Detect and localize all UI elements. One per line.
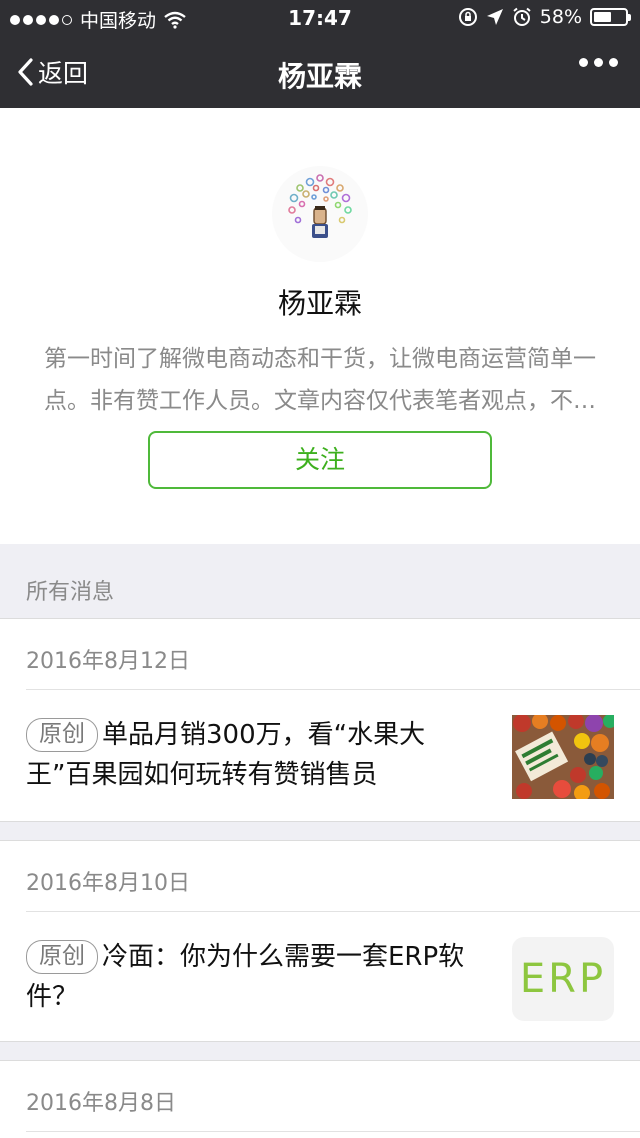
original-tag: 原创	[26, 940, 98, 974]
article-thumbnail[interactable]: ERP	[512, 937, 614, 1021]
avatar-illustration	[288, 174, 352, 238]
more-dot-icon	[579, 58, 588, 67]
all-messages-header: 所有消息	[0, 544, 640, 618]
original-tag: 原创	[26, 718, 98, 752]
article-title-link[interactable]: 原创 冷面：你为什么需要一套ERP软件？	[26, 937, 486, 1017]
message-group: 2016年8月12日 原创 单品月销300万，看“水果大王”百果园如何玩转有赞销售…	[0, 618, 640, 822]
message-group: 2016年8月8日	[0, 1060, 640, 1138]
avatar[interactable]	[272, 166, 368, 262]
rotation-lock-icon	[458, 8, 477, 26]
wechat-official-account-profile: 中国移动 17:47 58% 返回 杨亚霖 杨亚霖 第一时间了解微电商动态和干货…	[0, 0, 640, 1138]
location-icon	[486, 9, 503, 25]
follow-button[interactable]: 关注	[148, 431, 492, 489]
page-title: 杨亚霖	[277, 60, 362, 93]
message-date: 2016年8月8日	[26, 1091, 176, 1116]
message-date: 2016年8月10日	[26, 871, 190, 896]
battery-percent: 58%	[539, 6, 582, 28]
fruit-photo-image	[512, 715, 614, 799]
navigation-bar: 返回 杨亚霖	[0, 36, 640, 108]
erp-thumbnail-text: ERP	[519, 956, 607, 1002]
account-profile-card: 杨亚霖 第一时间了解微电商动态和干货，让微电商运营简单一点。非有赞工作人员。文章…	[0, 108, 640, 544]
alarm-icon	[513, 7, 531, 26]
message-date: 2016年8月12日	[26, 649, 190, 674]
divider	[26, 1131, 640, 1132]
message-group: 2016年8月10日 原创 冷面：你为什么需要一套ERP软件？ ERP	[0, 840, 640, 1042]
status-right: 58%	[458, 6, 631, 28]
divider	[26, 911, 640, 912]
more-dot-icon	[609, 58, 618, 67]
account-name: 杨亚霖	[277, 287, 362, 320]
account-description: 第一时间了解微电商动态和干货，让微电商运营简单一点。非有赞工作人员。文章内容仅代…	[44, 346, 596, 414]
battery-icon	[590, 8, 631, 26]
section-title: 所有消息	[26, 580, 115, 605]
divider	[26, 689, 640, 690]
battery-fill	[594, 12, 612, 22]
status-bar: 中国移动 17:47 58%	[0, 0, 640, 36]
article-title-link[interactable]: 原创 单品月销300万，看“水果大王”百果园如何玩转有赞销售员	[26, 715, 486, 795]
article-thumbnail[interactable]	[512, 715, 614, 799]
more-options-button[interactable]	[579, 58, 618, 67]
more-dot-icon	[594, 58, 603, 67]
